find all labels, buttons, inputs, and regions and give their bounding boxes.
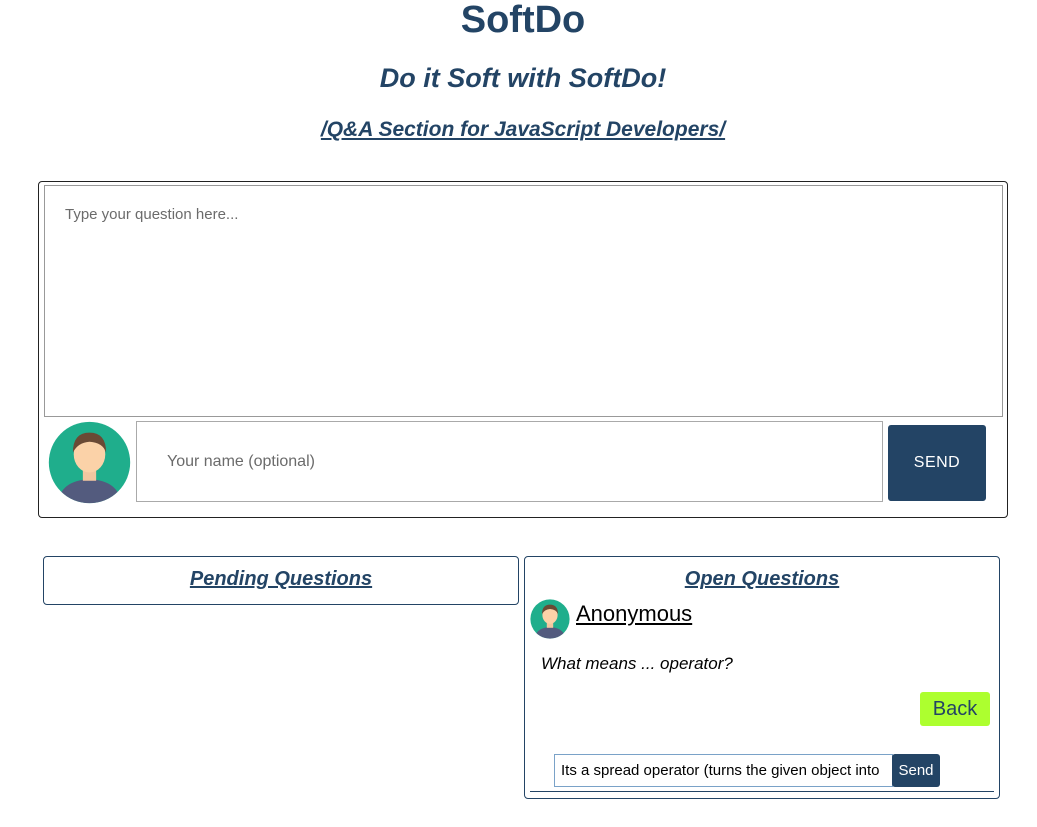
user-avatar-icon [48, 421, 131, 504]
user-avatar-icon [530, 599, 570, 639]
name-input[interactable] [136, 421, 883, 502]
ask-question-form: SEND [38, 181, 1008, 518]
divider [530, 791, 994, 792]
open-questions-panel: Open Questions Anonymous What means ... … [524, 556, 1000, 799]
author-name[interactable]: Anonymous [576, 601, 692, 627]
back-button[interactable]: Back [920, 692, 990, 726]
open-questions-heading[interactable]: Open Questions [525, 566, 999, 592]
question-author: Anonymous [530, 599, 830, 639]
question-textarea[interactable] [44, 185, 1003, 417]
question-text: What means ... operator? [541, 654, 733, 673]
pending-questions-heading[interactable]: Pending Questions [44, 566, 518, 592]
page: SoftDo Do it Soft with SoftDo! /Q&A Sect… [0, 0, 1037, 827]
send-question-button[interactable]: SEND [888, 425, 986, 501]
site-tagline: Do it Soft with SoftDo! [379, 63, 667, 93]
send-answer-button[interactable]: Send [892, 754, 940, 787]
section-link[interactable]: /Q&A Section for JavaScript Developers/ [0, 116, 1037, 144]
pending-questions-panel: Pending Questions [43, 556, 519, 605]
site-title: SoftDo [460, 0, 586, 41]
answer-input[interactable] [554, 754, 893, 787]
